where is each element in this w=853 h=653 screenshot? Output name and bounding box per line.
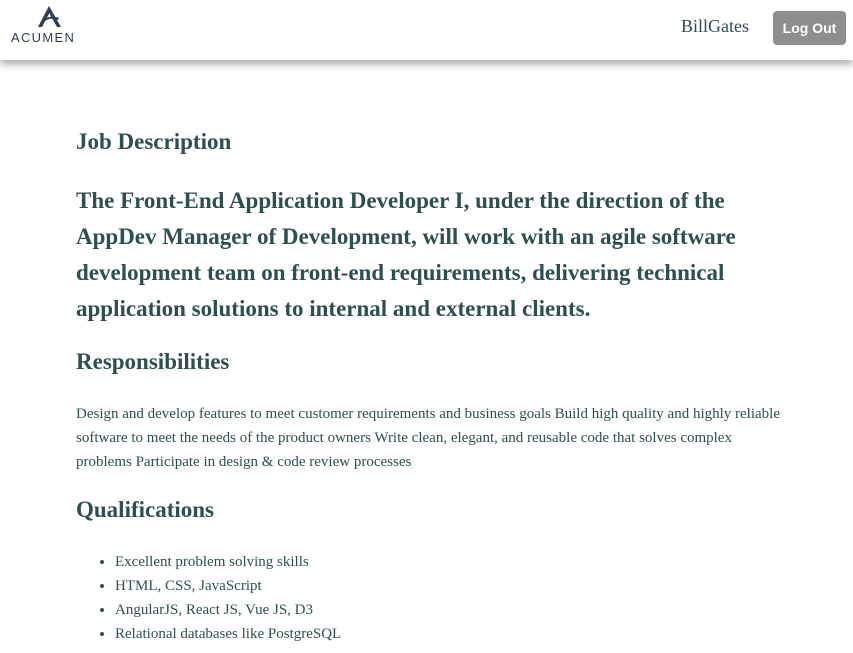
list-item: HTML, CSS, JavaScript — [115, 574, 341, 598]
acumen-logo[interactable]: ACUMEN — [11, 4, 85, 46]
top-header: ACUMEN BillGates Log Out — [0, 0, 853, 60]
username-label: BillGates — [681, 16, 749, 36]
qualifications-heading: Qualifications — [76, 497, 215, 522]
responsibilities-heading: Responsibilities — [76, 349, 230, 374]
qualifications-list: Excellent problem solving skills HTML, C… — [76, 550, 341, 646]
logout-button[interactable]: Log Out — [773, 11, 846, 45]
job-summary: The Front-End Application Developer I, u… — [76, 188, 736, 321]
job-description-heading: Job Description — [76, 129, 232, 154]
list-item: Excellent problem solving skills — [115, 550, 341, 574]
responsibilities-text: Design and develop features to meet cust… — [76, 406, 780, 470]
list-item: AngularJS, React JS, Vue JS, D3 — [115, 598, 341, 622]
acumen-logo-icon — [38, 6, 61, 27]
list-item: Relational databases like PostgreSQL — [115, 622, 341, 646]
logo-text: ACUMEN — [11, 30, 76, 45]
